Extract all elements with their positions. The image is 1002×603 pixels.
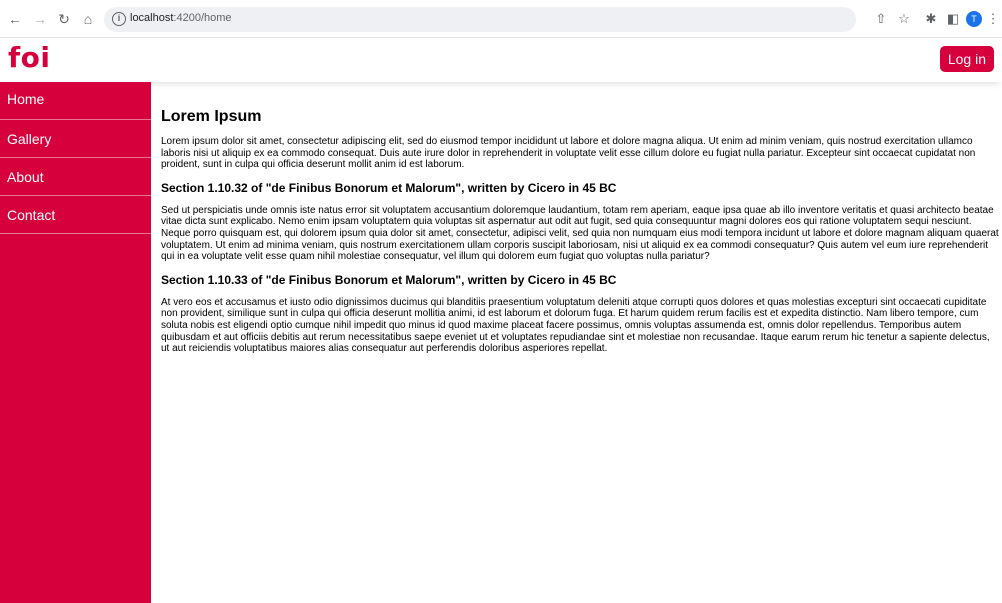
page-title: Lorem Ipsum bbox=[161, 108, 262, 125]
url-host: localhost bbox=[130, 12, 174, 24]
sidebar-item-about[interactable]: About bbox=[0, 158, 151, 196]
share-icon[interactable]: ⇧ bbox=[872, 10, 890, 28]
logo[interactable]: foi bbox=[8, 41, 51, 74]
section-2-title: Section 1.10.33 of "de Finibus Bonorum e… bbox=[161, 272, 617, 287]
menu-dots-icon[interactable]: ⋮ bbox=[984, 10, 1002, 28]
browser-toolbar: ← → ↻ ⌂ i localhost:4200/home ⇧ ☆ ✱ ◧ T … bbox=[0, 0, 1002, 38]
app-header: foi Log in bbox=[0, 38, 1002, 82]
reload-icon[interactable]: ↻ bbox=[55, 10, 73, 28]
sidepanel-icon[interactable]: ◧ bbox=[944, 10, 962, 28]
url-path: :4200/home bbox=[173, 12, 232, 24]
sidebar-item-home[interactable]: Home bbox=[0, 82, 151, 120]
main-content: Lorem Ipsum Lorem ipsum dolor sit amet, … bbox=[161, 96, 999, 365]
section-1-paragraph: Sed ut perspiciatis unde omnis iste natu… bbox=[161, 204, 999, 263]
intro-paragraph: Lorem ipsum dolor sit amet, consectetur … bbox=[161, 136, 976, 171]
url-text: localhost:4200/home bbox=[130, 12, 232, 24]
star-icon[interactable]: ☆ bbox=[895, 10, 913, 28]
section-1-title: Section 1.10.32 of "de Finibus Bonorum e… bbox=[161, 180, 617, 195]
home-icon[interactable]: ⌂ bbox=[79, 10, 97, 28]
sidebar-item-contact[interactable]: Contact bbox=[0, 196, 151, 234]
login-button[interactable]: Log in bbox=[939, 46, 994, 72]
sidebar: Home Gallery About Contact bbox=[0, 82, 151, 603]
address-bar[interactable]: i localhost:4200/home bbox=[104, 7, 856, 32]
info-icon[interactable]: i bbox=[112, 12, 126, 26]
extensions-icon[interactable]: ✱ bbox=[922, 10, 940, 28]
forward-arrow-icon[interactable]: → bbox=[31, 10, 49, 28]
back-arrow-icon[interactable]: ← bbox=[6, 10, 24, 28]
sidebar-item-gallery[interactable]: Gallery bbox=[0, 120, 151, 158]
section-2-paragraph: At vero eos et accusamus et iusto odio d… bbox=[161, 296, 990, 355]
profile-avatar[interactable]: T bbox=[966, 11, 982, 27]
